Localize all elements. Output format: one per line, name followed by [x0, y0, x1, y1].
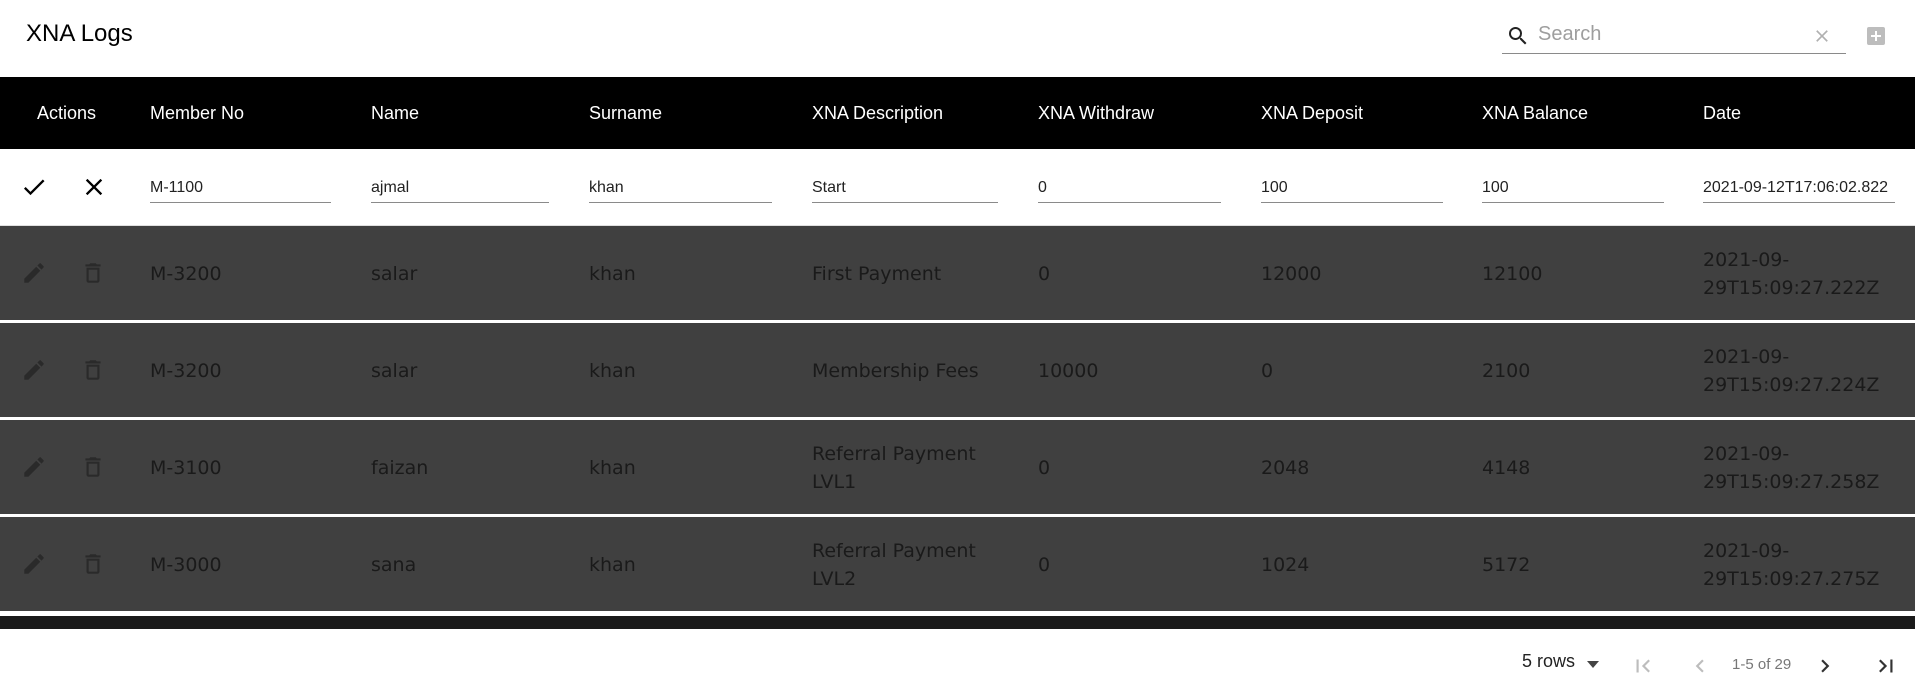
date-line-2: 29T15:09:27.275Z	[1703, 568, 1880, 590]
search-icon	[1509, 27, 1527, 45]
column-header-date[interactable]: Date	[1703, 77, 1741, 149]
column-header-description[interactable]: XNA Description	[812, 77, 943, 149]
description-line-1: Referral Payment	[812, 443, 976, 465]
date-line-1: 2021-09-	[1703, 540, 1790, 562]
balance-cell: 2100	[1482, 360, 1531, 382]
withdraw-cell: 0	[1038, 457, 1051, 479]
table-row: M-3100 faizan khan Referral Payment LVL1 0 204…	[0, 420, 1915, 516]
previous-page-icon[interactable]	[1687, 653, 1713, 679]
member-no-cell: M-3200	[150, 360, 222, 382]
table-row: M-3000 sana khan Referral Payment LVL2 0 1024 5…	[0, 517, 1915, 613]
deposit-cell: 12000	[1261, 263, 1322, 285]
balance-input[interactable]	[1482, 173, 1664, 203]
date-cell: 2021-09- 29T15:09:27.224Z	[1703, 343, 1879, 399]
surname-cell: khan	[589, 263, 636, 285]
balance-cell: 12100	[1482, 263, 1543, 285]
description-line-2: LVL1	[812, 471, 857, 493]
description-line-2: LVL2	[812, 568, 857, 590]
date-line-2: 29T15:09:27.222Z	[1703, 277, 1880, 299]
table-row: M-3200 salar khan Membership Fees 10000 0 2100…	[0, 323, 1915, 419]
next-page-icon[interactable]	[1812, 653, 1838, 679]
last-page-icon[interactable]	[1873, 653, 1899, 679]
deposit-cell: 2048	[1261, 457, 1310, 479]
balance-cell: 5172	[1482, 554, 1531, 576]
member-no-cell: M-3200	[150, 263, 222, 285]
balance-cell: 4148	[1482, 457, 1531, 479]
deposit-cell: 1024	[1261, 554, 1310, 576]
surname-cell: khan	[589, 554, 636, 576]
description-cell: First Payment	[812, 263, 942, 285]
page-title: XNA Logs	[26, 20, 133, 47]
name-cell: sana	[371, 554, 417, 576]
withdraw-cell: 10000	[1038, 360, 1099, 382]
date-line-2: 29T15:09:27.224Z	[1703, 374, 1880, 396]
name-cell: faizan	[371, 457, 429, 479]
withdraw-cell: 0	[1038, 263, 1051, 285]
date-line-1: 2021-09-	[1703, 346, 1790, 368]
column-header-name[interactable]: Name	[371, 77, 419, 149]
deposit-cell: 0	[1261, 360, 1274, 382]
pagination: 5 rows 1-5 of 29	[0, 629, 1915, 691]
check-icon[interactable]	[20, 173, 48, 201]
search-field[interactable]	[1502, 16, 1846, 54]
delete-icon[interactable]	[80, 357, 106, 383]
date-line-1: 2021-09-	[1703, 443, 1790, 465]
surname-cell: khan	[589, 360, 636, 382]
member-no-cell: M-3000	[150, 554, 222, 576]
surname-input[interactable]	[589, 173, 772, 203]
delete-icon[interactable]	[80, 260, 106, 286]
column-header-balance[interactable]: XNA Balance	[1482, 77, 1588, 149]
member-no-cell: M-3100	[150, 457, 222, 479]
date-line-2: 29T15:09:27.258Z	[1703, 471, 1880, 493]
clear-search-icon[interactable]	[1812, 26, 1832, 46]
chevron-down-icon[interactable]	[1586, 659, 1600, 669]
deposit-input[interactable]	[1261, 173, 1443, 203]
column-header-withdraw[interactable]: XNA Withdraw	[1038, 77, 1154, 149]
column-header-deposit[interactable]: XNA Deposit	[1261, 77, 1363, 149]
name-cell: salar	[371, 360, 418, 382]
edit-icon[interactable]	[21, 551, 47, 577]
edit-icon[interactable]	[21, 260, 47, 286]
edit-icon[interactable]	[21, 454, 47, 480]
date-line-1: 2021-09-	[1703, 249, 1790, 271]
page-range: 1-5 of 29	[1732, 656, 1792, 673]
name-input[interactable]	[371, 173, 549, 203]
surname-cell: khan	[589, 457, 636, 479]
edit-row	[0, 149, 1915, 226]
table-row: M-3200 salar khan First Payment 0 12000 12100 2…	[0, 226, 1915, 322]
edit-icon[interactable]	[21, 357, 47, 383]
column-header-actions: Actions	[37, 103, 97, 123]
description-cell: Membership Fees	[812, 360, 979, 382]
date-input[interactable]	[1703, 173, 1895, 203]
description-input[interactable]	[812, 173, 998, 203]
description-line-1: Referral Payment	[812, 540, 976, 562]
name-cell: salar	[371, 263, 418, 285]
description-cell: Referral Payment LVL2	[812, 537, 976, 593]
date-cell: 2021-09- 29T15:09:27.258Z	[1703, 440, 1879, 496]
withdraw-input[interactable]	[1038, 173, 1221, 203]
search-input[interactable]	[1538, 20, 1798, 48]
description-cell: Referral Payment LVL1	[812, 440, 976, 496]
rows-per-page-select[interactable]: 5 rows	[1522, 651, 1575, 672]
delete-icon[interactable]	[80, 454, 106, 480]
delete-icon[interactable]	[80, 551, 106, 577]
first-page-icon[interactable]	[1630, 653, 1656, 679]
column-header-member-no[interactable]: Member No	[150, 77, 244, 149]
close-icon[interactable]	[80, 173, 108, 201]
table-footer-bar	[0, 616, 1915, 629]
date-cell: 2021-09- 29T15:09:27.222Z	[1703, 246, 1879, 302]
withdraw-cell: 0	[1038, 554, 1051, 576]
member-no-input[interactable]	[150, 173, 331, 203]
column-header-surname[interactable]: Surname	[589, 77, 662, 149]
add-box-icon[interactable]	[1864, 24, 1888, 48]
table-header: Actions Member No Name Surname XNA Descr…	[0, 77, 1915, 149]
toolbar: XNA Logs	[0, 0, 1915, 77]
date-cell: 2021-09- 29T15:09:27.275Z	[1703, 537, 1879, 593]
